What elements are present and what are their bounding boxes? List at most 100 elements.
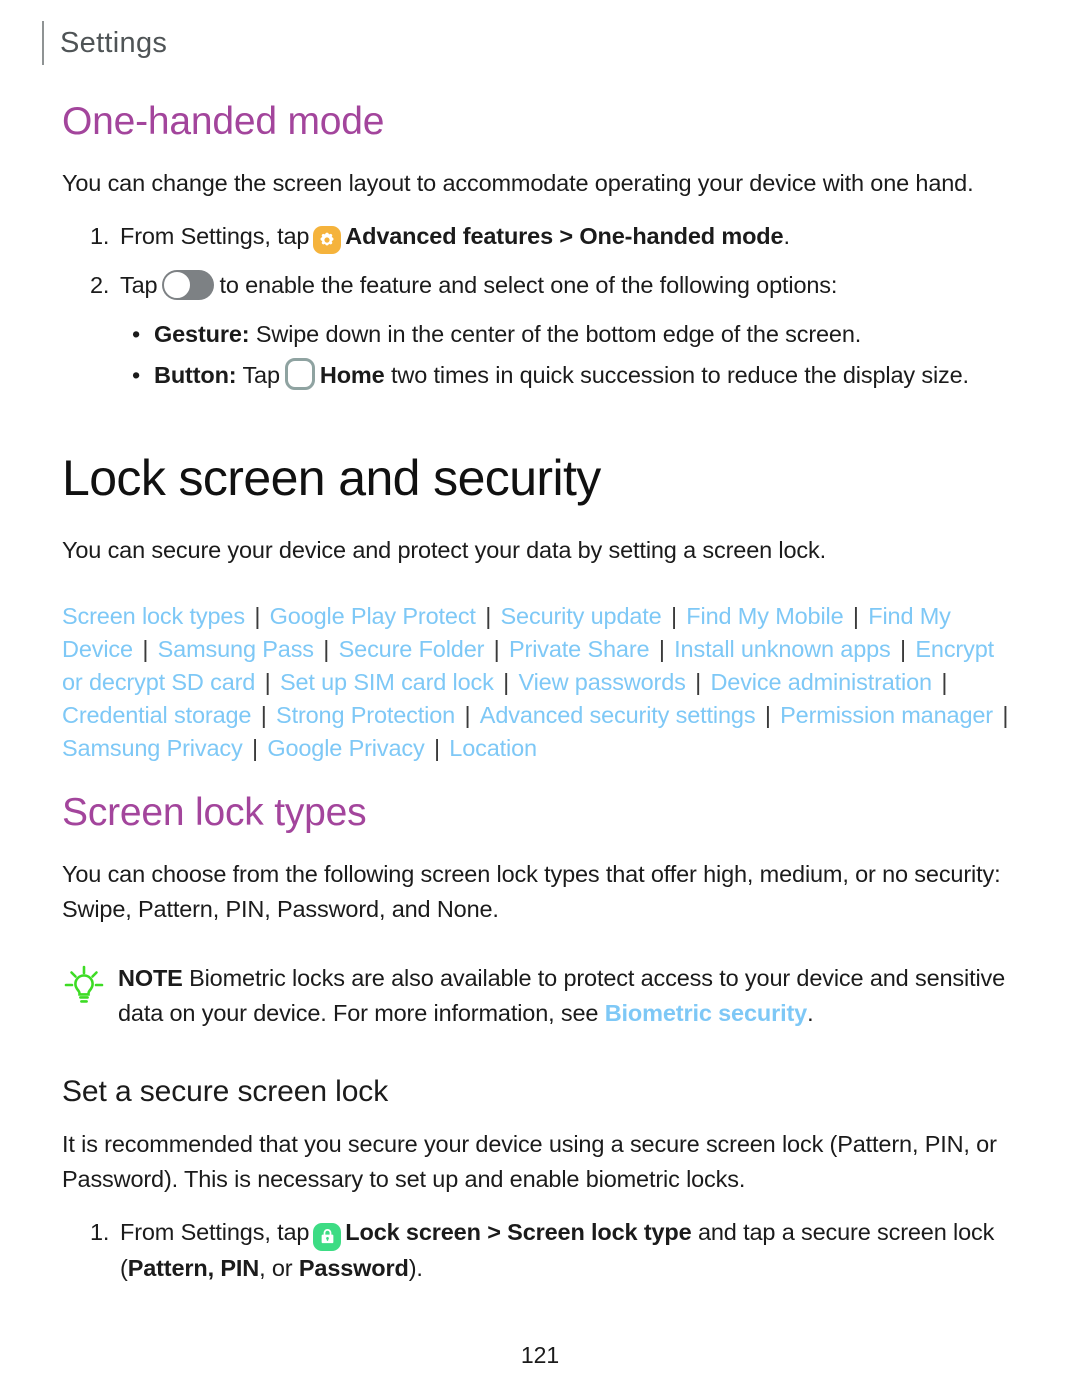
link-separator: |: [487, 636, 507, 662]
bullet-bold-home: Home: [319, 362, 385, 388]
link-device-administration[interactable]: Device administration: [710, 669, 932, 695]
screen-lock-types-intro-paragraph: You can choose from the following screen…: [62, 861, 1001, 922]
link-separator: |: [254, 702, 274, 728]
link-separator: |: [496, 669, 516, 695]
link-google-play-protect[interactable]: Google Play Protect: [270, 603, 476, 629]
link-separator: |: [247, 603, 267, 629]
link-separator: |: [995, 702, 1009, 728]
bullet-text-pre: Tap: [242, 362, 280, 388]
list-item: • Button: Tap Home two times in quick succ…: [62, 358, 1018, 393]
link-separator: |: [478, 603, 498, 629]
link-install-unknown-apps[interactable]: Install unknown apps: [674, 636, 891, 662]
step-bold-advanced-features: Advanced features: [345, 223, 554, 249]
page-number: 121: [520, 1342, 560, 1368]
link-separator: |: [135, 636, 155, 662]
step-text-pre: From Settings, tap: [120, 223, 310, 249]
step-number: 1.: [90, 223, 110, 249]
step-bold-pattern: Pattern: [127, 1254, 208, 1281]
header-title: Settings: [60, 26, 168, 59]
step-text-pre: From Settings, tap: [120, 1219, 310, 1245]
step-number: 2.: [90, 272, 110, 298]
link-separator: |: [258, 669, 277, 695]
step-bold-pin: PIN: [220, 1254, 260, 1281]
subsection-heading-set-a-secure-screen-lock: Set a secure screen lock: [62, 1075, 389, 1108]
link-separator: |: [758, 702, 778, 728]
step-chevron: >: [487, 1219, 501, 1245]
bullet-label-button: Button: [154, 362, 229, 388]
link-separator: |: [458, 702, 477, 728]
set-secure-lock-steps-list: 1. From Settings, tap Lock screen > Screen…: [62, 1215, 1018, 1286]
link-set-up-sim-card-lock[interactable]: Set up SIM card lock: [280, 669, 494, 695]
link-find-my-mobile[interactable]: Find My Mobile: [686, 603, 843, 629]
toggle-switch-off[interactable]: [162, 270, 215, 300]
step-chevron: >: [559, 223, 573, 249]
step-comma-2: , or: [259, 1254, 293, 1281]
list-item: 2. Tap to enable the feature and select on…: [62, 268, 1018, 303]
note-text-end: .: [807, 1000, 814, 1026]
step-number: 1.: [90, 1219, 110, 1245]
link-secure-folder[interactable]: Secure Folder: [339, 636, 485, 662]
bullet-dot: •: [132, 362, 141, 388]
set-secure-lock-intro-paragraph: It is recommended that you secure your d…: [62, 1131, 997, 1192]
one-handed-intro-paragraph: You can change the screen layout to acco…: [62, 170, 974, 196]
link-private-share[interactable]: Private Share: [509, 636, 650, 662]
link-separator: |: [893, 636, 913, 662]
link-samsung-pass[interactable]: Samsung Pass: [158, 636, 314, 662]
running-header: Settings: [42, 0, 1018, 74]
link-security-update[interactable]: Security update: [501, 603, 662, 629]
home-button-icon[interactable]: [284, 358, 315, 390]
lock-screen-intro-paragraph: You can secure your device and protect y…: [62, 537, 826, 563]
link-separator: |: [664, 603, 684, 629]
bullet-text: Swipe down in the center of the bottom e…: [255, 321, 862, 347]
link-separator: |: [427, 735, 447, 761]
list-item: 1. From Settings, tap Advanced features > …: [62, 219, 1018, 254]
section-heading-screen-lock-types: Screen lock types: [62, 791, 367, 834]
bullet-text: two times in quick succession to reduce …: [391, 362, 969, 388]
step-comma-1: ,: [207, 1254, 215, 1281]
link-separator: |: [688, 669, 708, 695]
list-item: • Gesture: Swipe down in the center of th…: [62, 317, 1018, 352]
step-bold-lock-screen: Lock screen: [345, 1219, 481, 1245]
link-permission-manager[interactable]: Permission manager: [780, 702, 993, 728]
note-callout: NOTE Biometric locks are also available …: [62, 961, 1018, 1031]
link-location[interactable]: Location: [449, 735, 537, 761]
step-text-pre: Tap: [120, 272, 158, 298]
bullet-colon: :: [228, 362, 237, 388]
link-view-passwords[interactable]: View passwords: [518, 669, 685, 695]
link-google-privacy[interactable]: Google Privacy: [267, 735, 424, 761]
bullet-dot: •: [132, 321, 141, 347]
link-strong-protection[interactable]: Strong Protection: [276, 702, 455, 728]
list-item: 1. From Settings, tap Lock screen > Screen…: [62, 1215, 1018, 1286]
section-heading-one-handed-mode: One-handed mode: [62, 100, 385, 143]
header-divider-rule: [42, 21, 44, 65]
step-bold-password: Password: [298, 1254, 409, 1281]
toggle-knob: [163, 271, 192, 299]
step-bold-one-handed-mode: One-handed mode: [579, 223, 784, 249]
link-credential-storage[interactable]: Credential storage: [62, 702, 251, 728]
link-advanced-security-settings[interactable]: Advanced security settings: [480, 702, 756, 728]
note-text: Biometric locks are also available to pr…: [118, 965, 1006, 1026]
document-page: Settings One-handed mode You can change …: [0, 0, 1080, 1397]
step-text-post: to enable the feature and select one of …: [219, 272, 838, 298]
link-biometric-security[interactable]: Biometric security: [605, 1000, 808, 1026]
link-separator: |: [846, 603, 866, 629]
step-bold-screen-lock-type: Screen lock type: [507, 1219, 692, 1245]
note-label: NOTE: [118, 965, 183, 991]
link-samsung-privacy[interactable]: Samsung Privacy: [62, 735, 243, 761]
lock-icon[interactable]: [313, 1222, 342, 1251]
chapter-heading-lock-screen-and-security: Lock screen and security: [62, 450, 601, 506]
section-link-list: Screen lock types | Google Play Protect …: [62, 600, 1018, 765]
step-text-post: ).: [408, 1254, 423, 1281]
one-handed-steps-list: 1. From Settings, tap Advanced features > …: [62, 219, 1018, 303]
gear-icon[interactable]: [313, 226, 342, 254]
link-separator: |: [934, 669, 948, 695]
step-text-post: .: [783, 223, 790, 249]
lightbulb-icon: [62, 963, 106, 1007]
link-separator: |: [245, 735, 265, 761]
link-separator: |: [316, 636, 336, 662]
link-screen-lock-types[interactable]: Screen lock types: [62, 603, 245, 629]
bullet-colon: :: [241, 321, 250, 347]
link-separator: |: [652, 636, 672, 662]
one-handed-options-list: • Gesture: Swipe down in the center of th…: [62, 317, 1018, 393]
bullet-label-gesture: Gesture: [154, 321, 242, 347]
